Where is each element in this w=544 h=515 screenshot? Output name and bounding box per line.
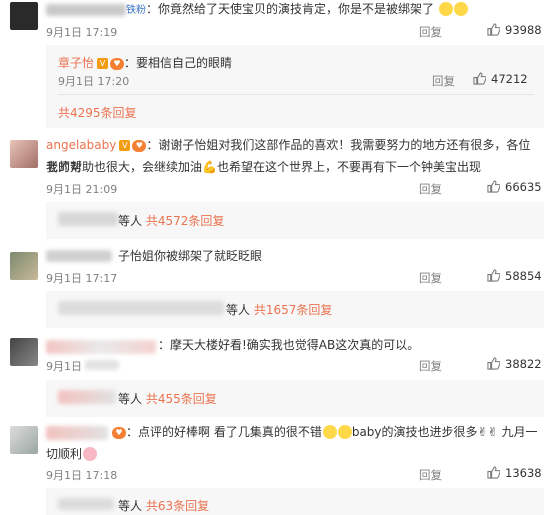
comment-body: 也希望在这个世界上，不要再有下一个钟美宝出现 — [216, 160, 481, 174]
like-count: 38822 — [505, 357, 542, 371]
avatar[interactable] — [10, 2, 38, 30]
comment-body: 我的帮助也很大，会继续加油 — [46, 160, 203, 174]
thumbs-up-icon — [487, 180, 500, 193]
flex-emoji-icon: 💪 — [202, 160, 217, 174]
blurred-avatars — [58, 390, 116, 404]
more-replies-link[interactable]: 共4572条回复 — [146, 214, 225, 228]
blurred-username — [46, 426, 108, 440]
like-button[interactable]: 58854 — [487, 269, 542, 283]
more-replies-link[interactable]: 共1657条回复 — [254, 303, 333, 317]
victory-emoji-icon: ✌✌ — [477, 425, 498, 439]
comment-time: 9月1日 21:09 — [46, 183, 118, 196]
comment-body: ：摩天大楼好看!确实我也觉得AB这次真的可以。 — [158, 338, 420, 352]
comment-body: ：点评的好棒啊 看了几集真的很不错 — [126, 425, 322, 439]
emoji-icon — [438, 2, 453, 16]
member-icon: ♥ — [112, 426, 126, 439]
more-replies-link[interactable]: 共63条回复 — [146, 499, 209, 513]
thumbs-up-icon — [487, 23, 500, 36]
avatar[interactable] — [10, 426, 38, 454]
comment-time: 9月1日 17:19 — [46, 26, 118, 39]
more-prefix: 等人 — [118, 214, 143, 228]
comment-time: 9月1日 — [46, 360, 82, 373]
reply-button[interactable]: 回复 — [419, 24, 442, 40]
more-replies[interactable]: 等人 共4572条回复 — [118, 212, 224, 229]
comment-text: 铁粉：你竟然给了天使宝贝的演技肯定，你是不是被绑架了 — [126, 0, 468, 22]
comment-time: 9月1日 17:18 — [46, 469, 118, 482]
comment-body: 切顺利 — [46, 447, 83, 461]
member-icon: ♥ — [132, 139, 147, 152]
more-replies[interactable]: 等人 共1657条回复 — [226, 301, 332, 318]
comment-body: baby的演技也进步很多 — [351, 425, 478, 439]
reply-button[interactable]: 回复 — [419, 181, 442, 197]
pig-emoji-icon — [83, 447, 98, 461]
blurred-avatars — [58, 212, 118, 226]
thumbs-up-icon — [487, 357, 500, 370]
blurred-username — [46, 250, 112, 262]
emoji-icon — [337, 425, 352, 439]
sub-reply-text: 章子怡 V ♥ ：要相信自己的眼睛 — [58, 54, 232, 71]
like-button[interactable]: 38822 — [487, 357, 542, 371]
avatar[interactable] — [10, 140, 38, 168]
like-button[interactable]: 13638 — [487, 466, 542, 480]
thumbs-up-icon — [487, 269, 500, 282]
like-count: 66635 — [505, 180, 542, 194]
more-replies-link[interactable]: 共455条回复 — [146, 392, 217, 406]
avatar[interactable] — [10, 252, 38, 280]
like-count: 13638 — [505, 466, 542, 480]
more-prefix: 等人 — [118, 499, 143, 513]
comment-body: 子怡姐你被绑架了就眨眨眼 — [118, 249, 263, 263]
blurred-time — [85, 360, 119, 370]
comment-time: 9月1日 17:17 — [46, 272, 118, 285]
reply-button[interactable]: 回复 — [419, 358, 442, 374]
like-count: 58854 — [505, 269, 542, 283]
like-count: 93988 — [505, 23, 542, 37]
avatar[interactable] — [10, 338, 38, 366]
like-button[interactable]: 47212 — [473, 72, 528, 86]
reply-button[interactable]: 回复 — [432, 73, 455, 89]
comment-text-line2: 我的帮助也很大，会继续加油💪也希望在这个世界上，不要再有下一个钟美宝出现 — [46, 156, 481, 178]
thumbs-up-icon — [487, 466, 500, 479]
divider — [58, 94, 534, 95]
blurred-avatars — [58, 498, 114, 510]
comment-text-line2: 切顺利 — [46, 443, 98, 465]
username-link[interactable]: angelababy — [46, 138, 116, 152]
comment-body: ：你竟然给了天使宝贝的演技肯定，你是不是被绑架了 — [146, 2, 435, 16]
more-prefix: 等人 — [118, 392, 143, 406]
reply-button[interactable]: 回复 — [419, 270, 442, 286]
more-replies-link[interactable]: 共4295条回复 — [58, 104, 137, 121]
comment-text: ♥ ：点评的好棒啊 看了几集真的很不错 baby的演技也进步很多✌✌ 九月一 — [110, 421, 537, 443]
more-replies[interactable]: 等人 共455条回复 — [118, 390, 217, 407]
verified-icon: V — [119, 140, 131, 151]
fan-badge: 铁粉 — [126, 5, 146, 16]
verified-icon: V — [97, 58, 109, 69]
more-replies[interactable]: 等人 共63条回复 — [118, 497, 209, 514]
comment-time: 9月1日 17:20 — [58, 75, 130, 88]
emoji-icon — [453, 2, 468, 16]
blurred-username — [46, 4, 126, 16]
reply-button[interactable]: 回复 — [419, 467, 442, 483]
like-button[interactable]: 93988 — [487, 23, 542, 37]
thumbs-up-icon — [473, 72, 486, 85]
username-link[interactable]: 章子怡 — [58, 56, 94, 70]
comment-body: ：要相信自己的眼睛 — [124, 56, 233, 70]
like-button[interactable]: 66635 — [487, 180, 542, 194]
like-count: 47212 — [491, 72, 528, 86]
blurred-username — [46, 340, 156, 354]
blurred-avatars — [58, 301, 224, 315]
more-prefix: 等人 — [226, 303, 251, 317]
comment-body: 九月一 — [501, 425, 538, 439]
emoji-icon — [322, 425, 337, 439]
member-icon: ♥ — [110, 57, 125, 70]
